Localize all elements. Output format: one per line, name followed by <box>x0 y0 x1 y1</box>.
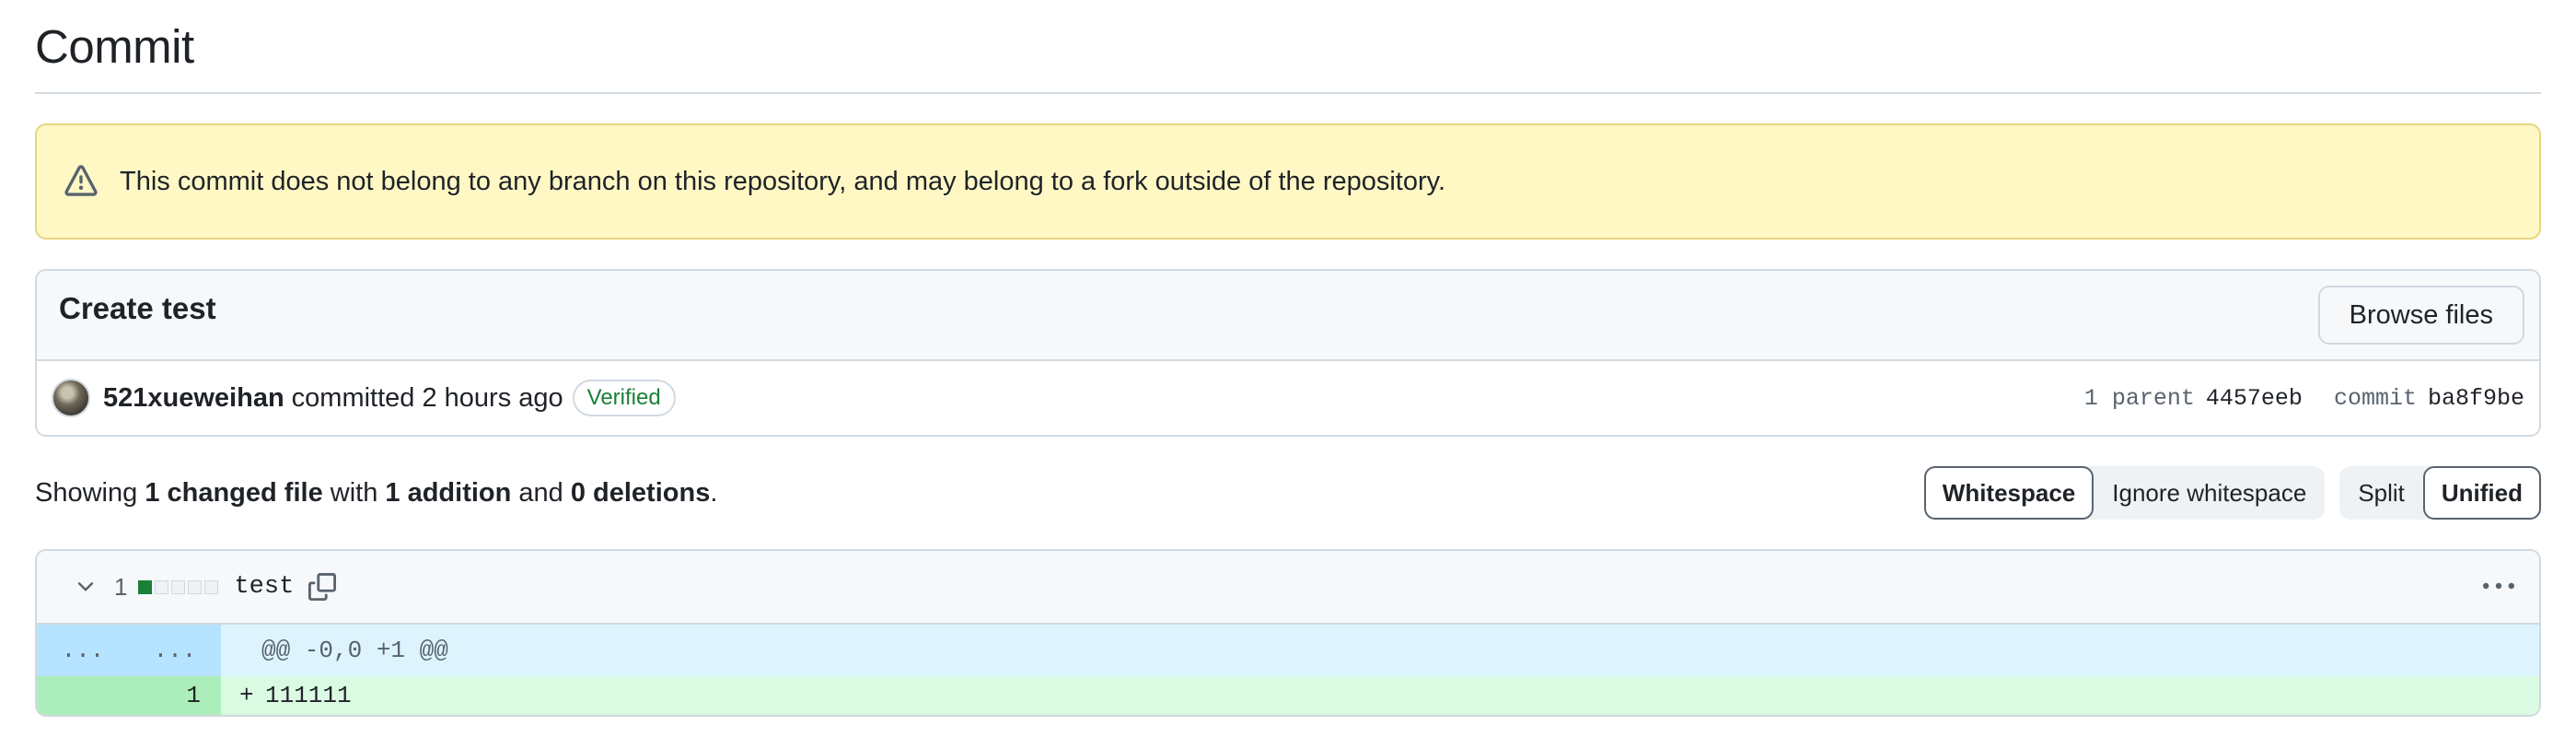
old-line-number <box>37 676 129 715</box>
ignore-whitespace-option[interactable]: Ignore whitespace <box>2094 466 2325 520</box>
diff-sign: + <box>239 682 254 709</box>
diff-file: 1 test ... ... @@ -0,0 +1 @@ 1 + 111111 <box>35 549 2541 717</box>
diffstat-block <box>171 579 186 594</box>
warning-message: This commit does not belong to any branc… <box>120 166 1446 196</box>
diff-toolbar: Showing 1 changed file with 1 addition a… <box>35 437 2541 549</box>
commit-page: Commit This commit does not belong to an… <box>0 0 2576 737</box>
expand-new-button[interactable]: ... <box>129 625 221 676</box>
commit-title: Create test <box>59 291 216 325</box>
split-option[interactable]: Split <box>2339 466 2423 520</box>
diffstat <box>138 579 221 594</box>
new-line-number[interactable]: 1 <box>129 676 221 715</box>
file-name-link[interactable]: test <box>234 573 294 601</box>
alert-icon <box>64 164 99 199</box>
parent-sha-link[interactable]: 4457eeb <box>2206 385 2303 412</box>
commit-label: commit <box>2333 384 2417 412</box>
page-header: Commit <box>35 0 2541 94</box>
hunk-header: @@ -0,0 +1 @@ <box>261 637 448 664</box>
avatar[interactable] <box>52 379 90 417</box>
verified-badge[interactable]: Verified <box>572 380 676 416</box>
whitespace-toggle: Whitespace Ignore whitespace <box>1923 466 2326 520</box>
more-options-icon[interactable] <box>2480 568 2517 605</box>
diff-summary: Showing 1 changed file with 1 addition a… <box>35 477 718 508</box>
change-count: 1 <box>114 572 128 601</box>
hunk-header-row: ... ... @@ -0,0 +1 @@ <box>37 625 2539 676</box>
page-title: Commit <box>35 19 194 73</box>
diff-file-header: 1 test <box>37 551 2539 625</box>
warning-flash: This commit does not belong to any branc… <box>35 123 2541 240</box>
diffstat-block <box>204 579 219 594</box>
browse-files-button[interactable]: Browse files <box>2317 286 2524 345</box>
layout-toggle: Split Unified <box>2339 466 2541 520</box>
diffstat-block <box>188 579 203 594</box>
diffstat-block <box>155 579 169 594</box>
author-link[interactable]: 521xueweihan <box>103 383 284 414</box>
parent-label: 1 parent <box>2083 384 2195 412</box>
unified-option[interactable]: Unified <box>2422 466 2541 520</box>
commit-sha: ba8f9be <box>2427 384 2524 412</box>
expand-old-button[interactable]: ... <box>37 625 129 676</box>
commit-header: Create test Browse files <box>37 271 2539 361</box>
whitespace-option[interactable]: Whitespace <box>1923 466 2094 520</box>
diffstat-block <box>138 579 153 594</box>
commit-meta: 521xueweihan committed 2 hours ago Verif… <box>37 361 2539 435</box>
copy-icon[interactable] <box>307 571 338 602</box>
committed-time: committed 2 hours ago <box>291 382 563 413</box>
diff-addition-row: 1 + 111111 <box>37 676 2539 715</box>
commit-box: Create test Browse files 521xueweihan co… <box>35 269 2541 437</box>
chevron-down-icon[interactable] <box>72 573 99 601</box>
diff-line-text: 111111 <box>265 682 352 709</box>
